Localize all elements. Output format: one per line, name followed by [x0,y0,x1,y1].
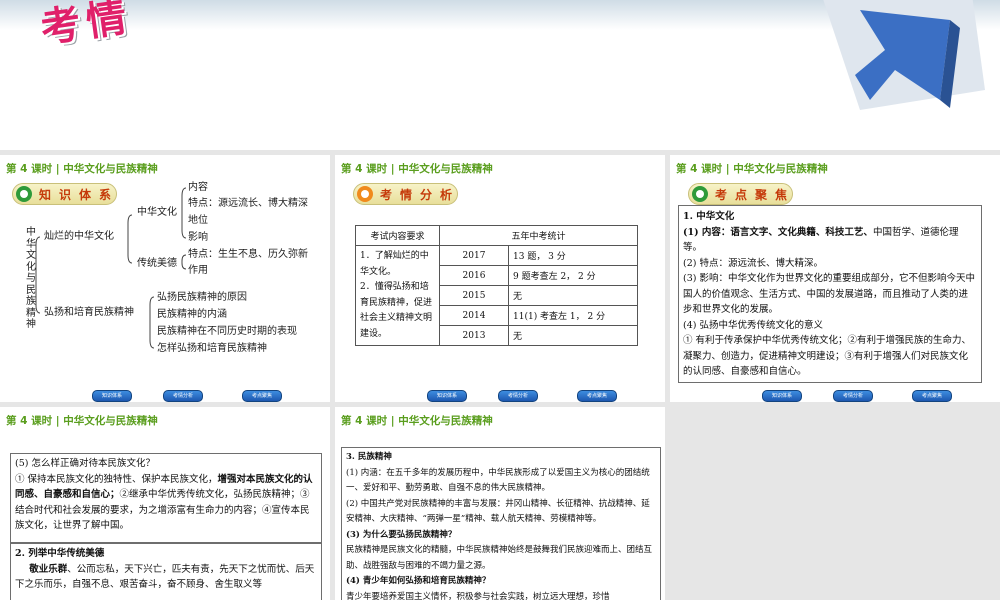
nav-button-focus[interactable]: 考点聚焦 [912,390,952,402]
table-cell-stat: 无 [508,285,638,306]
pill-label: 考情分析 [380,188,461,202]
table-cell-year: 2015 [439,285,509,306]
tree-branch-culture: 灿烂的中华文化 [44,231,114,242]
requirement-2: 2．懂得弘扬和培育民族精神，促进社会主义精神文明建设。 [360,282,433,339]
table-header: 五年中考统计 [439,225,638,246]
table-cell-year: 2013 [439,325,509,346]
nav-button-knowledge[interactable]: 知识体系 [762,390,802,402]
content-box: 1. 中华文化 (1) 内容：语言文字、文化典籍、科技工艺、中国哲学、道德伦理等… [678,205,982,383]
section-pill: 考点聚焦 [688,183,793,205]
tree-branch-spirit: 弘扬和培育民族精神 [44,307,134,318]
pill-icon [692,186,708,202]
nav-button-analysis[interactable]: 考情分析 [833,390,873,402]
tree-node-virtues: 传统美德 [137,258,177,269]
paragraph: ① 有利于传承保护中华优秀传统文化；②有利于增强民族的生命力、凝聚力、创造力，促… [683,335,972,377]
content-box: (5) 怎么样正确对待本民族文化？ ① 保持本民族文化的独特性、保护本民族文化，… [10,453,322,543]
nav-button-focus[interactable]: 考点聚焦 [577,390,617,402]
section-title: 2. 列举中华传统美德 [15,548,105,559]
paragraph: (1) 内涵：在五千多年的发展历程中，中华民族形成了以爱国主义为核心的团结统一、… [346,467,650,494]
nav-button-focus[interactable]: 考点聚焦 [242,390,282,402]
paragraph: (2) 特点：源远流长、博大精深。 [683,257,823,269]
table-cell-stat: 无 [508,325,638,346]
question: (5) 怎么样正确对待本民族文化？ [15,458,155,469]
section-title: 1. 中华文化 [683,211,735,222]
paragraph: 敬业乐群、公而忘私，天下兴亡，匹夫有责，先天下之忧而忧、后天下之乐而乐，自强不息… [15,563,315,591]
question: (4) 青少年如何弘扬和培育民族精神？ [346,576,491,586]
requirement-1: 1．了解灿烂的中华文化。 [360,251,429,277]
banner: 考情 [0,0,1000,150]
table-header: 考试内容要求 [355,225,440,246]
tree-node-chinese-culture: 中华文化 [137,207,177,218]
table-cell-year: 2014 [439,305,509,326]
table-row: 1．了解灿烂的中华文化。 2．懂得弘扬和培育民族精神，促进社会主义精神文明建设。… [355,245,638,346]
pill-label: 考点聚焦 [715,188,796,202]
table-cell-year: 2017 [439,245,509,266]
tree-leaf: 内容 [188,182,208,193]
slide-knowledge-system[interactable]: 第 4 课时 | 中华文化与民族精神 知识体系 中华文化与民族精神 灿烂的中华文… [0,155,330,402]
tree-leaf: 作用 [188,265,208,276]
slide-header: 第 4 课时 | 中华文化与民族精神 [676,163,828,175]
paragraph: (1) 内容：语言文字、文化典籍、科技工艺、中国哲学、道德伦理等。 [683,226,959,254]
section-title: 3. 民族精神 [346,452,392,462]
exam-stat-table: 考试内容要求 五年中考统计 1．了解灿烂的中华文化。 2．懂得弘扬和培育民族精神… [355,225,638,346]
slide-header: 第 4 课时 | 中华文化与民族精神 [341,163,493,175]
tree-leaf: 怎样弘扬和培育民族精神 [157,343,267,354]
tree-leaf: 特点：源远流长、博大精深 [188,198,308,209]
paragraph: (4) 弘扬中华优秀传统文化的意义 [683,319,823,331]
slide-header: 第 4 课时 | 中华文化与民族精神 [341,415,493,427]
table-cell-stat: 13 题， 3 分 [508,245,638,266]
slide-header: 第 4 课时 | 中华文化与民族精神 [6,415,158,427]
content-box: 2. 列举中华传统美德 敬业乐群、公而忘私，天下兴亡，匹夫有责，先天下之忧而忧、… [10,543,322,600]
table-cell-year: 2016 [439,265,509,286]
slide-key-points[interactable]: 第 4 课时 | 中华文化与民族精神 考点聚焦 1. 中华文化 (1) 内容：语… [670,155,1000,402]
arrow-icon [823,0,985,110]
table-cell-stat: 9 题考查左 2， 2 分 [508,265,638,286]
tree-leaf: 特点：生生不息、历久弥新 [188,249,308,260]
question: (3) 为什么要弘扬民族精神？ [346,529,457,540]
section-pill: 考情分析 [353,183,458,205]
paragraph: (3) 影响：中华文化作为世界文化的重要组成部分，它不但影响今天中国人的价值观念… [683,273,975,315]
tree-leaf: 影响 [188,232,208,243]
pill-icon [357,186,373,202]
slide-national-spirit[interactable]: 第 4 课时 | 中华文化与民族精神 3. 民族精神 (1) 内涵：在五千多年的… [335,407,665,600]
paragraph: 青少年要培养爱国主义情怀，积极参与社会实践，树立远大理想，珍惜 [346,591,610,600]
nav-button-analysis[interactable]: 考情分析 [163,390,203,402]
paragraph: (2) 中国共产党对民族精神的丰富与发展：井冈山精神、长征精神、抗战精神、延安精… [346,498,650,525]
content-box: 3. 民族精神 (1) 内涵：在五千多年的发展历程中，中华民族形成了以爱国主义为… [341,447,661,600]
paragraph: 民族精神是民族文化的精髓，中华民族精神始终是鼓舞我们民族迎难而上、团结互助、战胜… [346,545,653,571]
nav-button-knowledge[interactable]: 知识体系 [92,390,132,402]
tree-leaf: 弘扬民族精神的原因 [157,292,247,303]
banner-title: 考情 [37,0,136,53]
answer: ① 保持本民族文化的独特性、保护本民族文化，增强对本民族文化的认同感、自豪感和自… [15,473,313,532]
nav-button-analysis[interactable]: 考情分析 [498,390,538,402]
empty-slide-slot [670,407,1000,600]
tree-leaf: 民族精神在不同历史时期的表现 [157,326,297,337]
table-cell-stat: 11(1) 考查左 1， 2 分 [508,305,638,326]
tree-leaf: 地位 [188,215,208,226]
slide-exam-analysis[interactable]: 第 4 课时 | 中华文化与民族精神 考情分析 考试内容要求 五年中考统计 1．… [335,155,665,402]
tree-leaf: 民族精神的内涵 [157,309,227,320]
slide-culture-attitude[interactable]: 第 4 课时 | 中华文化与民族精神 (5) 怎么样正确对待本民族文化？ ① 保… [0,407,330,600]
nav-button-knowledge[interactable]: 知识体系 [427,390,467,402]
tree-lines [35,187,187,349]
